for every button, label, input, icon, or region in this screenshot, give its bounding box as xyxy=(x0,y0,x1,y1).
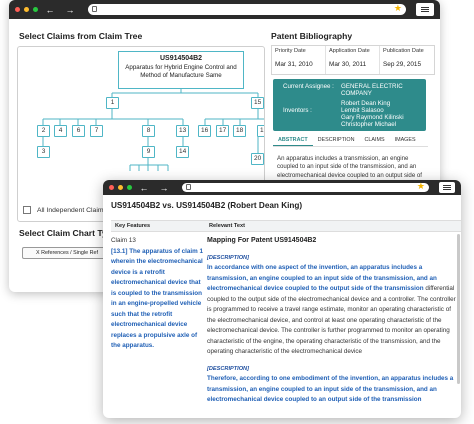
root-title-line2: Method of Manufacture Same xyxy=(140,72,222,79)
vertical-scrollbar[interactable] xyxy=(457,234,460,384)
tree-node-2[interactable]: 2 xyxy=(37,125,50,137)
minimize-dot-icon[interactable] xyxy=(24,7,29,12)
assignee-label: Current Assignee : xyxy=(283,83,334,90)
priority-date-value: Mar 31, 2010 xyxy=(275,61,313,68)
lock-icon xyxy=(186,184,191,190)
key-features-column: Claim 13 [13.1] The apparatus of claim 1… xyxy=(111,236,205,352)
claim-text: [13.1] The apparatus of claim 1 wherein … xyxy=(111,247,204,350)
description-label: [DESCRIPTION] xyxy=(207,365,249,372)
close-dot-icon[interactable] xyxy=(109,185,114,190)
highlighted-passage: Therefore, according to one embodiment o… xyxy=(207,375,454,403)
root-title-line1: Apparatus for Hybrid Engine Control and xyxy=(125,64,237,71)
front-browser-window: ← → ★ US914504B2 vs. US914504B2 (Robert … xyxy=(103,180,461,418)
address-bar[interactable]: ★ xyxy=(88,3,406,15)
bibliography-title: Patent Bibliography xyxy=(271,31,353,41)
tree-node-8[interactable]: 8 xyxy=(142,125,155,137)
back-arrow-icon[interactable]: ← xyxy=(136,183,152,193)
tree-node-15[interactable]: 15 xyxy=(251,97,264,109)
forward-arrow-icon[interactable]: → xyxy=(156,183,172,193)
tree-root-patent[interactable]: US914504B2 Apparatus for Hybrid Engine C… xyxy=(118,51,244,89)
inventor-item: Lembit Salasoo xyxy=(341,107,384,114)
relevant-text-header: Relevant Text xyxy=(209,223,245,229)
application-date-cell: Application Date Mar 30, 2011 xyxy=(326,46,380,74)
key-features-header: Key Features xyxy=(115,223,151,229)
maximize-dot-icon[interactable] xyxy=(33,7,38,12)
tree-node-13[interactable]: 13 xyxy=(176,125,190,137)
forward-arrow-icon[interactable]: → xyxy=(62,5,78,15)
assignee-inventors-card: Current Assignee : GENERAL ELECTRIC COMP… xyxy=(273,79,426,131)
tree-node-17[interactable]: 17 xyxy=(216,125,230,137)
maximize-dot-icon[interactable] xyxy=(127,185,132,190)
tree-node-7[interactable]: 7 xyxy=(90,125,103,137)
inventors-list: Robert Dean King Lembit Salasoo Gary Ray… xyxy=(341,100,421,128)
independent-claims-label: All Independent Claim xyxy=(37,206,104,214)
browser-toolbar: ← → ★ xyxy=(9,0,440,19)
bookmark-star-icon[interactable]: ★ xyxy=(417,181,425,192)
back-arrow-icon[interactable]: ← xyxy=(42,5,58,15)
tree-node-6[interactable]: 6 xyxy=(72,125,85,137)
abstract-line: An apparatus includes a transmission, an… xyxy=(277,155,409,162)
minimize-dot-icon[interactable] xyxy=(118,185,123,190)
priority-date-header: Priority Date xyxy=(275,48,306,54)
publication-date-value: Sep 29, 2015 xyxy=(383,61,422,68)
hamburger-menu-icon[interactable] xyxy=(439,182,455,193)
claim-tree-title: Select Claims from Claim Tree xyxy=(19,31,143,41)
tab-claims[interactable]: CLAIMS xyxy=(360,135,390,146)
publication-date-cell: Publication Date Sep 29, 2015 xyxy=(380,46,434,74)
application-date-header: Application Date xyxy=(329,48,370,54)
tree-node-18[interactable]: 18 xyxy=(233,125,247,137)
independent-claims-checkbox[interactable] xyxy=(23,206,31,214)
chart-type-button[interactable]: X References / Single Ref xyxy=(22,247,112,259)
priority-date-cell: Priority Date Mar 31, 2010 xyxy=(272,46,326,74)
tab-images[interactable]: IMAGES xyxy=(390,135,421,146)
independent-claims-option[interactable]: All Independent Claim xyxy=(23,206,104,214)
address-bar[interactable]: ★ xyxy=(182,181,429,192)
comparison-title: US914504B2 vs. US914504B2 (Robert Dean K… xyxy=(111,201,303,210)
abstract-line: coupled to an input side of the transmis… xyxy=(277,163,417,171)
lock-icon xyxy=(92,6,97,12)
tree-node-3[interactable]: 3 xyxy=(37,146,50,158)
inventors-label: Inventors : xyxy=(283,107,312,114)
inventor-item: Robert Dean King xyxy=(341,100,391,107)
tab-description[interactable]: DESCRIPTION xyxy=(313,135,360,146)
highlighted-passage: In accordance with one aspect of the inv… xyxy=(207,264,437,292)
tree-node-1[interactable]: 1 xyxy=(106,97,119,109)
root-patent-number: US914504B2 xyxy=(159,55,203,62)
passage-text: differential coupled to the output side … xyxy=(207,285,456,355)
inventor-item: Christopher Michael xyxy=(341,121,397,128)
chart-type-title: Select Claim Chart Ty xyxy=(19,228,107,238)
browser-toolbar: ← → ★ xyxy=(103,180,461,195)
tree-node-16[interactable]: 16 xyxy=(198,125,212,137)
tab-abstract[interactable]: ABSTRACT xyxy=(273,135,313,146)
mapping-title: Mapping For Patent US914504B2 xyxy=(207,237,317,244)
bibliography-dates-table: Priority Date Mar 31, 2010 Application D… xyxy=(271,45,435,75)
assignee-value: GENERAL ELECTRIC COMPANY xyxy=(341,83,403,97)
publication-date-header: Publication Date xyxy=(383,48,424,54)
description-label: [DESCRIPTION] xyxy=(207,254,249,261)
claim-chart-header: Key Features Relevant Text xyxy=(111,220,461,232)
claim-label: Claim 13 xyxy=(111,237,136,244)
tree-node-19[interactable]: 19 xyxy=(257,125,264,137)
tree-node-9[interactable]: 9 xyxy=(142,146,155,158)
relevant-text-column: Mapping For Patent US914504B2 [DESCRIPTI… xyxy=(207,236,461,406)
tree-node-4[interactable]: 4 xyxy=(54,125,67,137)
tree-node-20[interactable]: 20 xyxy=(251,153,264,165)
hamburger-menu-icon[interactable] xyxy=(416,3,434,16)
inventor-item: Gary Raymond Kilinski xyxy=(341,114,404,121)
application-date-value: Mar 30, 2011 xyxy=(329,61,367,68)
bibliography-tabs: ABSTRACT DESCRIPTION CLAIMS IMAGES xyxy=(273,135,428,147)
close-dot-icon[interactable] xyxy=(15,7,20,12)
bookmark-star-icon[interactable]: ★ xyxy=(394,3,402,14)
tree-node-14[interactable]: 14 xyxy=(176,146,190,158)
